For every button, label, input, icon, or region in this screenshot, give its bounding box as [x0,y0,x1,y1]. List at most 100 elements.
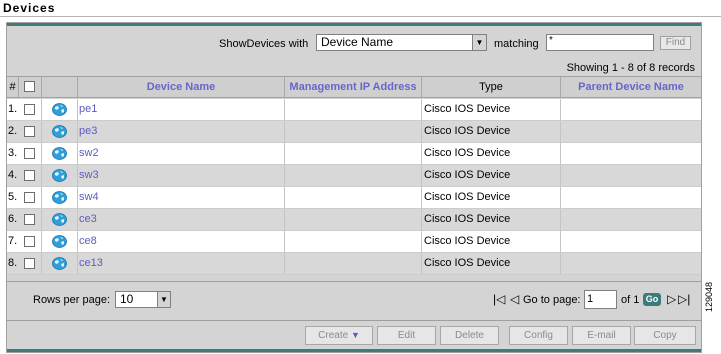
row-select-cell [19,209,42,230]
filter-field-select[interactable]: Device Name ▼ [316,34,487,51]
row-icon-cell [42,165,78,186]
row-number: 6. [8,213,18,225]
panel-title: Devices [3,1,56,15]
delete-button[interactable]: Delete [440,326,499,345]
header-parent[interactable]: Parent Device Name [561,77,701,97]
row-checkbox[interactable] [24,104,35,115]
row-mgmt-ip [285,165,422,186]
device-globe-icon [52,257,67,270]
find-button[interactable]: Find [660,36,691,50]
row-type: Cisco IOS Device [422,187,561,208]
table-row: 1. pe1 Cisco IOS Device [7,99,701,121]
edit-button[interactable]: Edit [377,326,436,345]
row-parent [561,187,701,208]
row-type: Cisco IOS Device [422,165,561,186]
row-parent [561,143,701,164]
row-number: 4. [8,169,18,181]
row-checkbox[interactable] [24,170,35,181]
create-label: Create [318,330,349,341]
go-button[interactable]: Go [643,293,661,306]
table-row: 8. ce13 Cisco IOS Device [7,253,701,275]
row-type: Cisco IOS Device [422,209,561,230]
row-number: 7. [8,235,18,247]
row-device-name-cell: sw2 [78,143,285,164]
device-name-link[interactable]: pe1 [79,103,97,115]
record-count: Showing 1 - 8 of 8 records [566,62,695,74]
device-name-link[interactable]: ce3 [79,213,97,225]
show-devices-label: ShowDevices with [219,38,309,50]
table-row: 6. ce3 Cisco IOS Device [7,209,701,231]
device-name-link[interactable]: sw4 [79,191,99,203]
prev-page-icon[interactable]: ◁ [510,291,519,307]
rows-per-page-label: Rows per page: [33,294,111,306]
row-select-cell [19,165,42,186]
row-device-name-cell: pe1 [78,99,285,120]
row-icon-cell [42,209,78,230]
copy-button[interactable]: Copy [634,326,696,345]
goto-page-label: Go to page: [523,294,581,306]
row-parent [561,165,701,186]
row-select-cell [19,253,42,274]
row-mgmt-ip [285,231,422,252]
device-name-link[interactable]: pe3 [79,125,97,137]
header-device-name[interactable]: Device Name [78,77,285,97]
row-checkbox[interactable] [24,126,35,137]
figure-id: 129048 [704,281,714,312]
row-icon-cell [42,231,78,252]
row-number: 5. [8,191,18,203]
row-checkbox[interactable] [24,258,35,269]
row-select-cell [19,231,42,252]
row-type: Cisco IOS Device [422,99,561,120]
device-globe-icon [52,191,67,204]
header-type: Type [422,77,561,97]
row-device-name-cell: sw4 [78,187,285,208]
row-mgmt-ip [285,99,422,120]
row-number: 2. [8,125,18,137]
row-device-name-cell: sw3 [78,165,285,186]
row-icon-cell [42,253,78,274]
chevron-down-icon[interactable]: ▼ [472,35,486,50]
email-button[interactable]: E-mail [572,326,631,345]
row-icon-cell [42,143,78,164]
row-select-cell [19,99,42,120]
rows-per-page-select[interactable]: 10 ▼ [115,291,171,308]
row-checkbox[interactable] [24,214,35,225]
table-row: 4. sw3 Cisco IOS Device [7,165,701,187]
row-select-cell [19,143,42,164]
row-checkbox[interactable] [24,192,35,203]
chevron-down-icon: ▼ [350,330,360,340]
select-all-checkbox[interactable] [24,81,35,92]
first-page-icon[interactable]: |◁ [493,291,505,307]
last-page-icon[interactable]: ▷| [678,291,690,307]
row-icon-cell [42,99,78,120]
header-mgmt-ip[interactable]: Management IP Address [285,77,422,97]
row-mgmt-ip [285,209,422,230]
row-number: 3. [8,147,18,159]
pagination-bar: Rows per page: 10 ▼ |◁ ◁ Go to page: 1 o… [7,281,701,315]
page-number-input[interactable]: 1 [584,290,617,309]
row-select-cell [19,121,42,142]
title-divider [0,16,721,17]
config-button[interactable]: Config [509,326,568,345]
row-icon-cell [42,187,78,208]
next-page-icon[interactable]: ▷ [667,291,676,307]
device-name-link[interactable]: sw3 [79,169,99,181]
device-globe-icon [52,125,67,138]
table-row: 3. sw2 Cisco IOS Device [7,143,701,165]
device-name-link[interactable]: sw2 [79,147,99,159]
row-checkbox[interactable] [24,236,35,247]
row-mgmt-ip [285,187,422,208]
device-name-link[interactable]: ce13 [79,257,103,269]
row-parent [561,121,701,142]
row-type: Cisco IOS Device [422,253,561,274]
device-name-link[interactable]: ce8 [79,235,97,247]
row-checkbox[interactable] [24,148,35,159]
device-globe-icon [52,169,67,182]
row-type: Cisco IOS Device [422,231,561,252]
match-input[interactable]: * [546,34,654,51]
row-device-name-cell: ce8 [78,231,285,252]
row-number: 8. [8,257,18,269]
create-button[interactable]: Create ▼ [305,326,373,345]
chevron-down-icon[interactable]: ▼ [157,292,170,307]
device-globe-icon [52,147,67,160]
